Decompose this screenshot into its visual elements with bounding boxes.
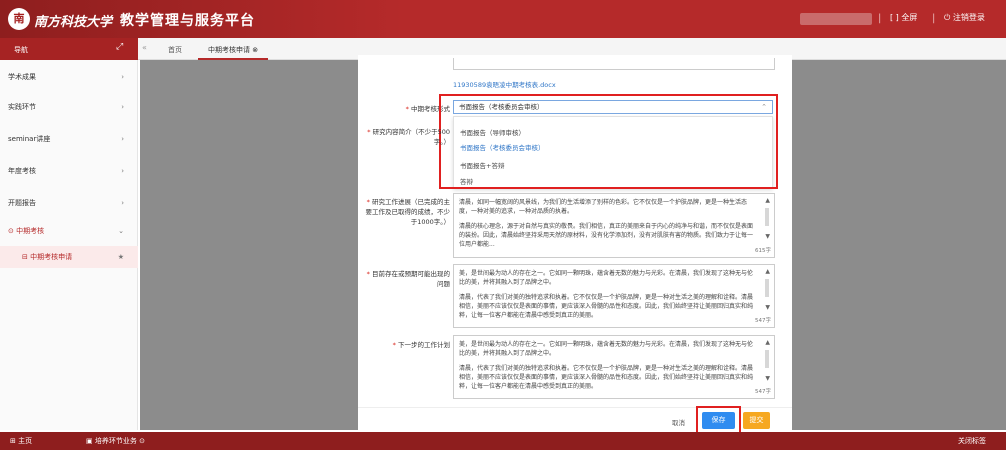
problems-label: * 目前存在或预期可能出现的问题 xyxy=(366,270,450,288)
scrollbar[interactable] xyxy=(765,350,769,368)
form-type-label: * 中期考核形式 xyxy=(405,105,450,113)
header-separator: | xyxy=(878,13,882,24)
school-name: 南方科技大学 xyxy=(34,15,113,30)
highlight-box xyxy=(439,94,778,189)
chevron-down-icon: ⌄ xyxy=(118,227,124,235)
chevron-right-icon: › xyxy=(121,199,124,207)
fullscreen-button[interactable]: [ ] 全屏 xyxy=(890,12,917,23)
char-count: 547字 xyxy=(755,318,771,324)
sidebar-item-midterm[interactable]: ⊙ 中期考核 ⌄ xyxy=(0,220,138,242)
scrollbar[interactable] xyxy=(765,279,769,297)
submit-button[interactable]: 提交 xyxy=(743,412,770,429)
plan-textarea[interactable]: 美，是世间最为动人的存在之一。它如同一颗明珠，蕴含着无数的魅力与光彩。在清晨，我… xyxy=(453,335,775,399)
chevron-right-icon: › xyxy=(121,73,124,81)
scrollbar[interactable] xyxy=(765,208,769,226)
nav-header: 导航 ⤢ xyxy=(0,38,138,60)
tab-scroll-left-icon[interactable]: « xyxy=(142,43,147,52)
char-count: 615字 xyxy=(755,248,771,254)
footer-bar: ⊞ 主页 ▣ 培养环节业务 ⊙ 关闭标签 xyxy=(0,432,1006,450)
scroll-down-icon[interactable]: ▼ xyxy=(765,232,770,241)
research-label: * 研究内容简介（不少于500字。） xyxy=(367,128,450,146)
char-count: 547字 xyxy=(755,389,771,395)
tab-midterm-application[interactable]: 中期考核申请 ⊗ xyxy=(198,40,269,60)
footer-task-tab[interactable]: ▣ 培养环节业务 ⊙ xyxy=(86,436,145,446)
sidebar-item-academic[interactable]: 学术成果 › xyxy=(0,66,138,88)
previous-field-input[interactable] xyxy=(453,58,775,70)
sidebar-item-seminar[interactable]: seminar讲座 › xyxy=(0,128,138,150)
chevron-right-icon: › xyxy=(121,167,124,175)
attachment-link[interactable]: 11930589袁晤凌中期考核表.docx xyxy=(453,79,556,89)
tab-home[interactable]: 首页 xyxy=(158,40,192,60)
logout-button[interactable]: ⏻ 注销登录 xyxy=(944,12,985,23)
problems-textarea[interactable]: 美，是世间最为动人的存在之一。它如同一颗明珠，蕴含着无数的魅力与光彩。在清晨，我… xyxy=(453,264,775,328)
scroll-down-icon[interactable]: ▼ xyxy=(765,303,770,312)
plan-label: * 下一步的工作计划 xyxy=(392,341,450,349)
user-info-blurred xyxy=(800,13,872,25)
scroll-up-icon[interactable]: ▲ xyxy=(765,267,770,276)
star-icon[interactable]: ★ xyxy=(118,246,124,268)
scroll-up-icon[interactable]: ▲ xyxy=(765,338,770,347)
sidebar-item-annual[interactable]: 年度考核 › xyxy=(0,160,138,182)
sidebar: 学术成果 › 实践环节 › seminar讲座 › 年度考核 › 开题报告 › ⊙ 中期考… xyxy=(0,60,138,430)
progress-label: * 研究工作进展（已完成的主要工作及已取得的成绩，不少于1000字。） xyxy=(365,198,451,226)
header-separator: | xyxy=(932,13,936,24)
chevron-right-icon: › xyxy=(121,135,124,143)
chevron-right-icon: › xyxy=(121,103,124,111)
top-header: 南 南方科技大学 教学管理与服务平台 | [ ] 全屏 | ⏻ 注销登录 xyxy=(0,0,1006,38)
sidebar-item-practice[interactable]: 实践环节 › xyxy=(0,96,138,118)
cancel-button[interactable]: 取消 xyxy=(672,417,685,427)
expand-icon[interactable]: ⤢ xyxy=(116,42,123,52)
progress-textarea[interactable]: 清晨，如同一幅宽阔的风景线，为我们的生活增添了别样的色彩。它不仅仅是一个护肤品牌… xyxy=(453,193,775,258)
nav-title: 导航 xyxy=(14,46,28,54)
close-tabs-button[interactable]: 关闭标签 xyxy=(958,436,986,446)
platform-title: 教学管理与服务平台 xyxy=(120,13,255,29)
sidebar-item-midterm-application[interactable]: ⊟ 中期考核申请 ★ xyxy=(0,246,138,268)
scroll-up-icon[interactable]: ▲ xyxy=(765,196,770,205)
university-logo: 南 xyxy=(8,8,30,30)
scroll-down-icon[interactable]: ▼ xyxy=(765,374,770,383)
sidebar-item-proposal[interactable]: 开题报告 › xyxy=(0,192,138,214)
footer-home[interactable]: ⊞ 主页 xyxy=(10,436,32,446)
